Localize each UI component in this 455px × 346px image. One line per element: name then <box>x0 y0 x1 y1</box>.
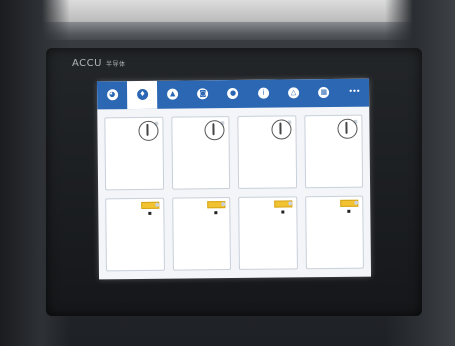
dial-gauge <box>337 118 358 139</box>
status-card[interactable] <box>105 197 165 272</box>
level-marker <box>347 209 351 213</box>
warning-icon: △ <box>287 86 300 98</box>
info-icon: i <box>257 87 269 99</box>
monitor-brand: ACCU 半导体 <box>72 58 125 69</box>
card-body <box>242 119 292 140</box>
status-card[interactable] <box>238 196 298 270</box>
rack-rail <box>20 22 440 40</box>
status-card[interactable] <box>171 197 231 271</box>
dial-gauge <box>204 120 225 141</box>
alarm-icon: ▲ <box>167 88 179 100</box>
status-lamp <box>354 200 359 205</box>
dial-gauge <box>137 120 159 142</box>
nav-tab-face[interactable]: ◕ <box>97 81 128 109</box>
nav-tab-info[interactable]: i <box>248 80 279 108</box>
nav-tab-calendar[interactable]: ▦ <box>308 79 339 107</box>
badge-icon: ● <box>227 87 239 99</box>
nav-tab-shield[interactable]: ♦ <box>127 80 158 110</box>
card-body <box>310 199 359 214</box>
status-lamp <box>154 202 159 207</box>
nav-tab-more[interactable]: ••• <box>339 79 370 107</box>
nav-tab-alarm[interactable]: ▲ <box>157 80 188 108</box>
status-card[interactable] <box>303 114 364 189</box>
shield-icon: ♦ <box>136 88 148 100</box>
status-card[interactable] <box>237 115 297 189</box>
status-card[interactable] <box>304 195 364 270</box>
nav-tab-car[interactable]: ◙ <box>188 80 219 108</box>
card-body <box>177 201 226 215</box>
dial-gauge <box>270 119 292 140</box>
status-lamp <box>221 202 226 207</box>
monitor-brand-sub: 半导体 <box>105 61 126 68</box>
nav-bar: ◕ ♦ ▲ ◙ ● i △ ▦ ••• <box>96 78 370 110</box>
level-marker <box>147 211 151 215</box>
card-body <box>110 201 159 216</box>
level-marker <box>280 210 284 214</box>
card-body <box>176 120 225 141</box>
status-lamp <box>287 201 292 206</box>
level-marker <box>214 211 218 215</box>
status-card[interactable] <box>170 116 231 190</box>
monitor-screen: ◕ ♦ ▲ ◙ ● i △ ▦ ••• <box>96 78 372 280</box>
card-body <box>309 118 358 140</box>
card-body <box>109 120 159 142</box>
nav-tab-badge[interactable]: ● <box>218 80 249 108</box>
card-grid <box>97 107 371 280</box>
more-icon: ••• <box>348 86 360 96</box>
car-icon: ◙ <box>197 87 209 99</box>
status-card[interactable] <box>104 116 164 191</box>
calendar-icon: ▦ <box>318 86 330 98</box>
photo-scene: ACCU 半导体 ◕ ♦ ▲ ◙ ● i △ ▦ ••• <box>0 0 455 346</box>
monitor-brand-name: ACCU <box>72 58 102 69</box>
nav-tab-warning[interactable]: △ <box>278 79 309 107</box>
face-icon: ◕ <box>106 88 118 100</box>
card-body <box>243 200 292 214</box>
